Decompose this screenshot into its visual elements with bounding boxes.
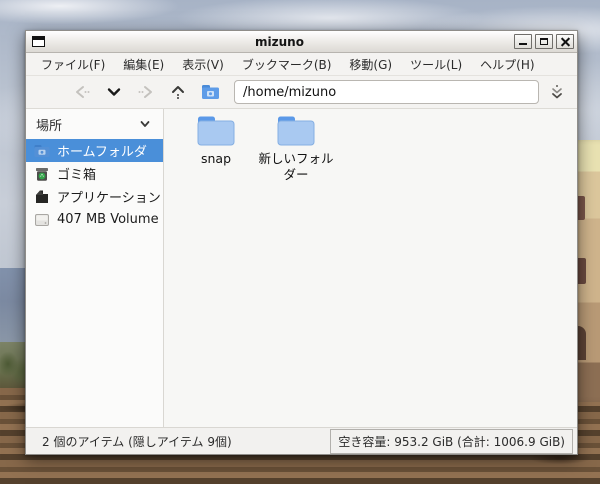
menu-bookmarks[interactable]: ブックマーク(B): [233, 53, 341, 76]
sidebar-item-volume[interactable]: 407 MB Volume: [26, 208, 163, 231]
menu-help[interactable]: ヘルプ(H): [471, 53, 543, 76]
maximize-button[interactable]: [535, 34, 553, 49]
jump-to-icon: [552, 85, 562, 99]
close-button[interactable]: [556, 34, 574, 49]
places-header[interactable]: 場所: [26, 109, 163, 139]
trash-icon: [36, 167, 48, 181]
up-button[interactable]: [166, 80, 190, 104]
menu-file[interactable]: ファイル(F): [32, 53, 114, 76]
sidebar-item-home[interactable]: ホームフォルダ: [26, 139, 163, 162]
title-bar[interactable]: mizuno: [26, 31, 577, 53]
folder-icon: [277, 116, 315, 146]
history-dropdown-button[interactable]: [102, 80, 126, 104]
menu-bar: ファイル(F) 編集(E) 表示(V) ブックマーク(B) 移動(G) ツール(…: [26, 53, 577, 76]
forward-icon: [138, 86, 152, 98]
file-name: snap: [200, 151, 232, 166]
home-folder-icon: [201, 85, 219, 99]
sidebar-item-label: 407 MB Volume: [57, 212, 159, 227]
chevron-down-icon: [107, 88, 121, 96]
sidebar-item-label: アプリケーション: [57, 191, 161, 206]
back-button[interactable]: [70, 80, 94, 104]
menu-edit[interactable]: 編集(E): [114, 53, 173, 76]
chevron-down-icon: [140, 121, 150, 127]
file-folder-snap[interactable]: snap: [176, 114, 256, 167]
minimize-button[interactable]: [514, 34, 532, 49]
close-icon: [561, 37, 570, 46]
file-manager-window: mizuno ファイル(F) 編集(E) 表示(V) ブックマーク(B) 移動(…: [25, 30, 578, 455]
window-menu-icon[interactable]: [32, 36, 45, 47]
drive-icon: [35, 213, 49, 226]
status-bar: 2 個のアイテム (隠しアイテム 9個) 空き容量: 953.2 GiB (合計…: [26, 427, 577, 454]
file-name: 新しいフォルダー: [258, 151, 334, 182]
minimize-icon: [519, 38, 527, 45]
file-folder-new[interactable]: 新しいフォルダー: [256, 114, 336, 182]
file-view[interactable]: snap 新しいフォルダー: [164, 109, 577, 427]
sidebar-item-label: ゴミ箱: [57, 168, 97, 183]
home-button[interactable]: [198, 80, 222, 104]
sidebar-item-trash[interactable]: ゴミ箱: [26, 162, 163, 185]
item-count-text: 2 個のアイテム (隠しアイテム 9個): [42, 434, 232, 449]
menu-tools[interactable]: ツール(L): [401, 53, 471, 76]
places-header-label: 場所: [36, 118, 63, 134]
jump-to-button[interactable]: [545, 80, 569, 104]
toolbar: [26, 76, 577, 109]
folder-icon: [197, 116, 235, 146]
places-sidebar: 場所 ホームフォルダ ゴミ箱 アプリケーション 407 MB Volume: [26, 109, 164, 427]
applications-icon: [36, 190, 48, 203]
back-icon: [76, 86, 90, 98]
forward-button[interactable]: [134, 80, 158, 104]
window-title: mizuno: [255, 34, 304, 49]
path-input[interactable]: [234, 80, 539, 104]
menu-view[interactable]: 表示(V): [173, 53, 233, 76]
home-folder-icon: [34, 144, 50, 157]
free-space-text: 空き容量: 953.2 GiB (合計: 1006.9 GiB): [330, 428, 573, 454]
sidebar-item-label: ホームフォルダ: [57, 145, 147, 160]
sidebar-item-applications[interactable]: アプリケーション: [26, 185, 163, 208]
menu-go[interactable]: 移動(G): [340, 53, 401, 76]
up-arrow-icon: [172, 86, 184, 99]
maximize-icon: [540, 38, 548, 45]
desktop-background: mizuno ファイル(F) 編集(E) 表示(V) ブックマーク(B) 移動(…: [0, 0, 600, 484]
content-area: 場所 ホームフォルダ ゴミ箱 アプリケーション 407 MB Volume sn…: [26, 109, 577, 427]
